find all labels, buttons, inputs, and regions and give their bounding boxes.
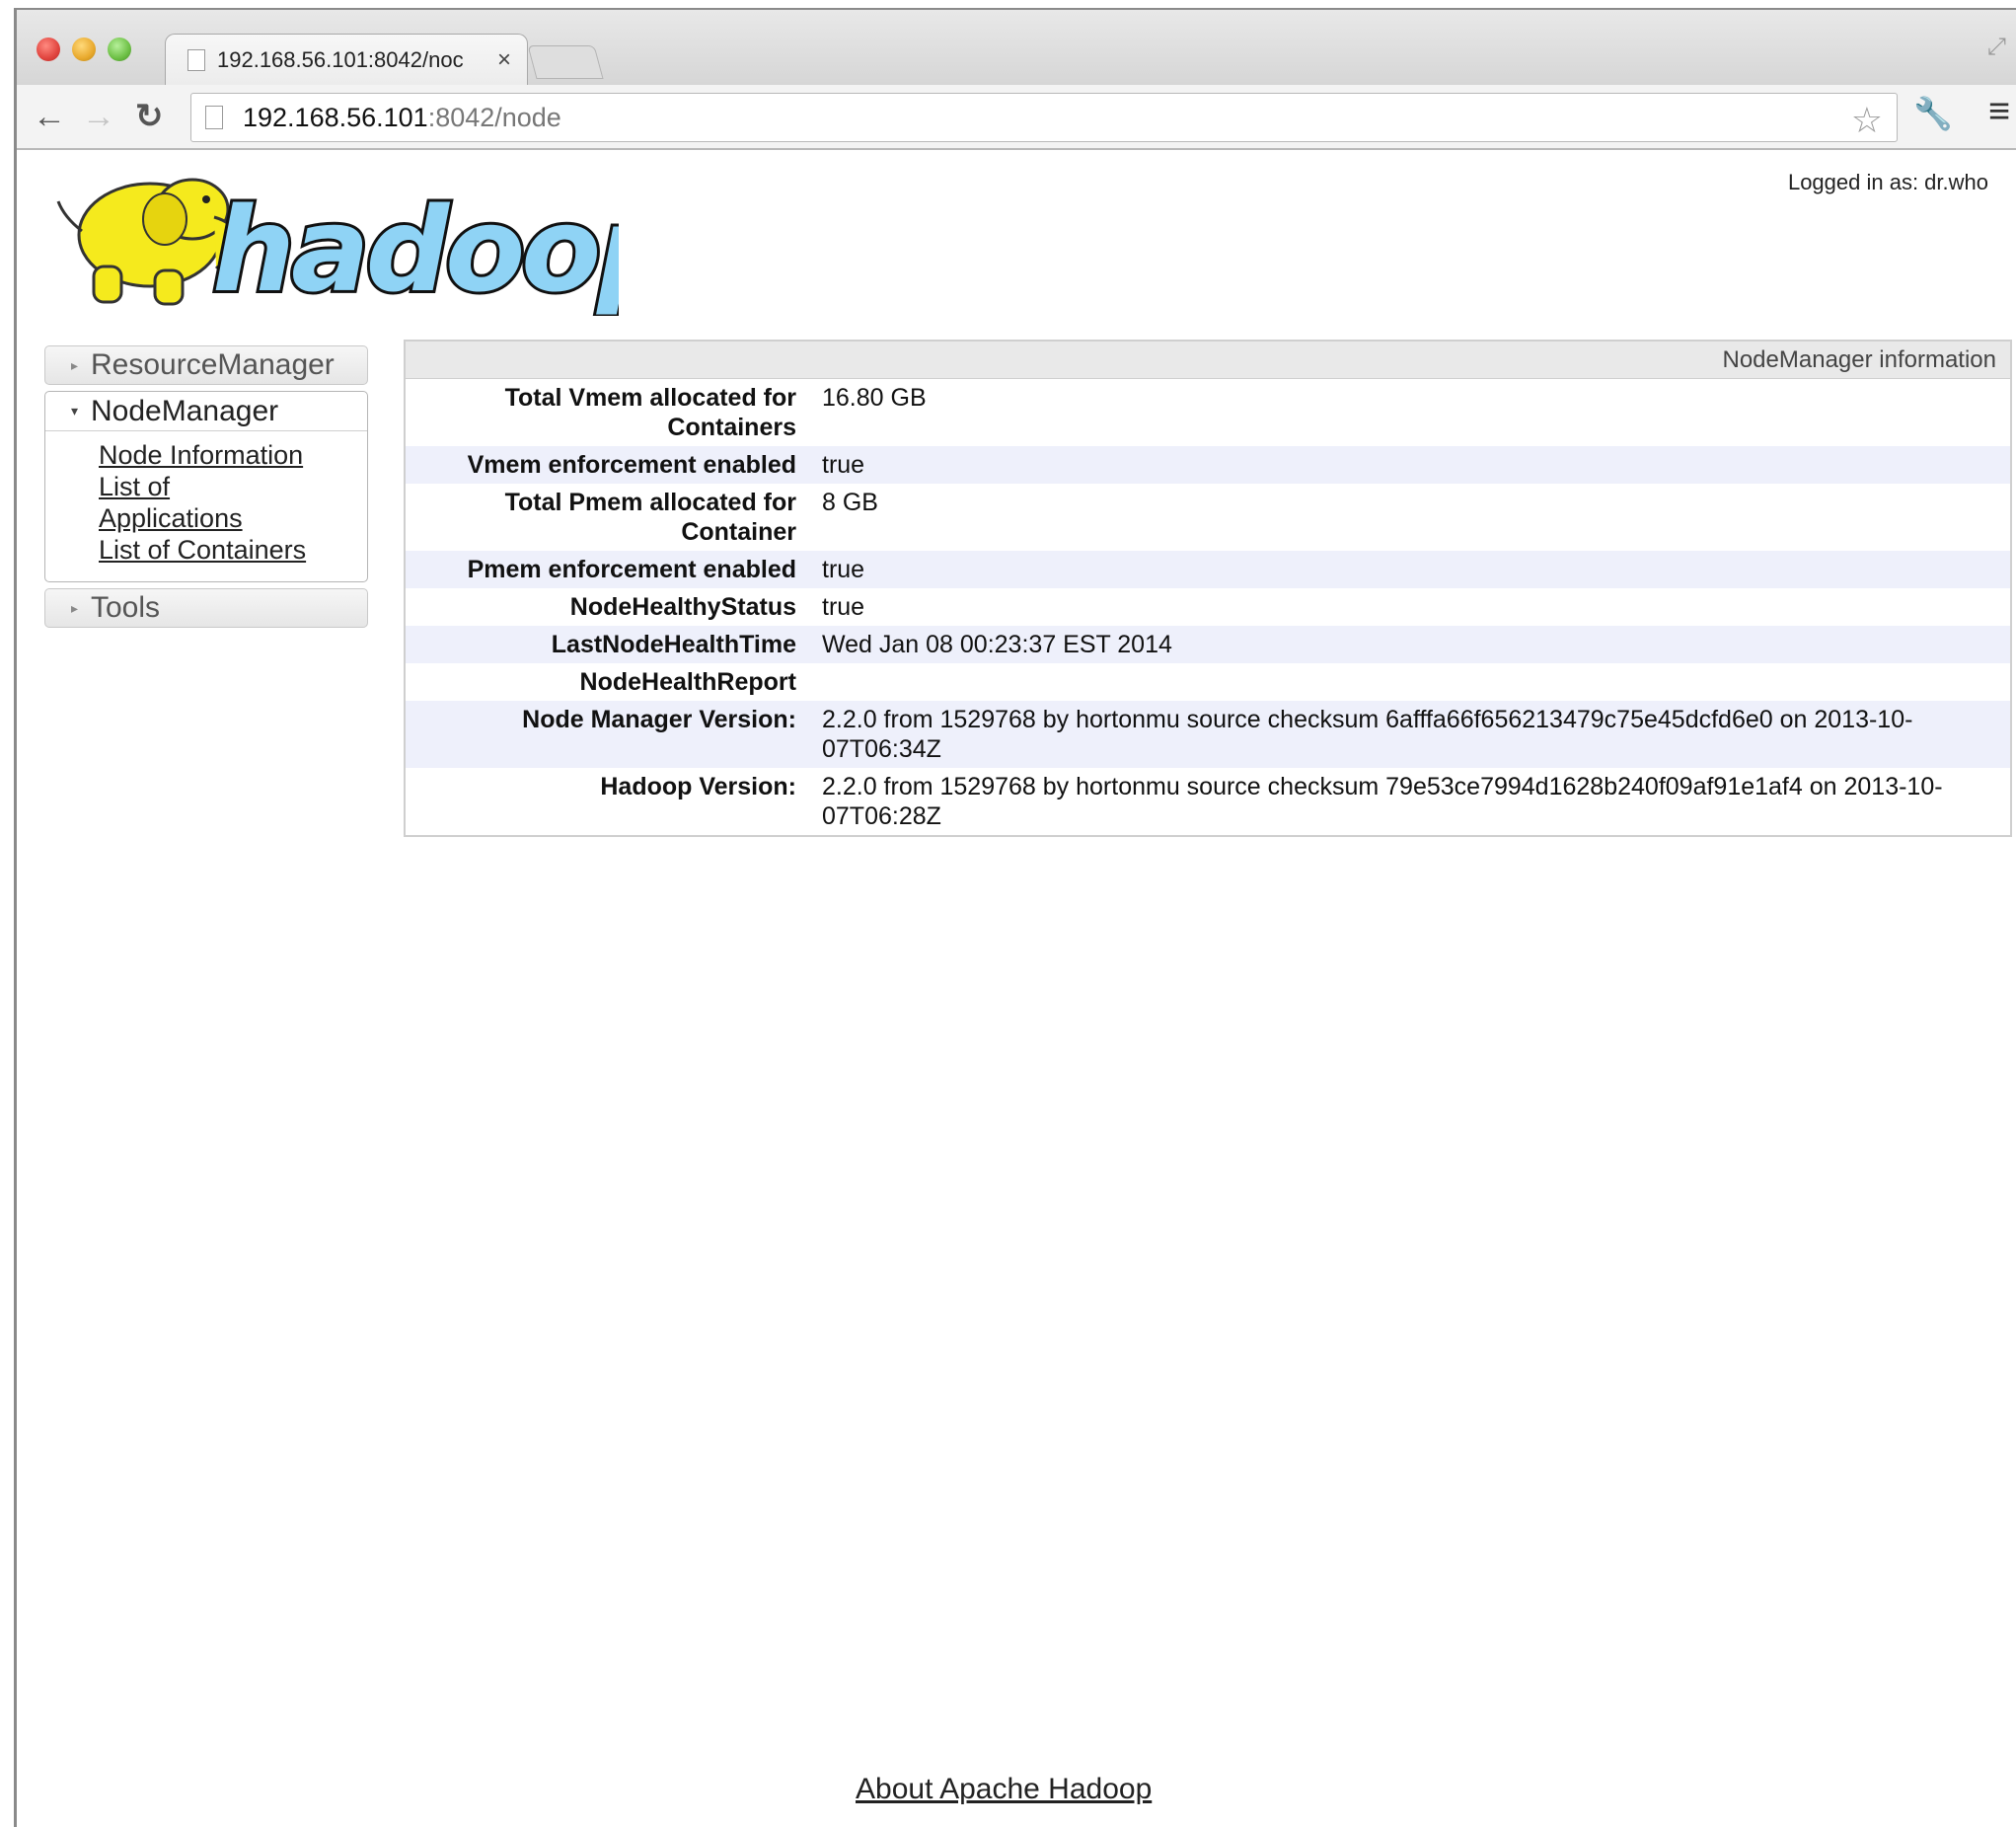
info-value: 8 GB bbox=[822, 489, 878, 516]
info-key: NodeHealthyStatus bbox=[569, 593, 796, 621]
hadoop-logo: hadoop bbox=[56, 178, 619, 316]
chevron-right-icon: ▸ bbox=[71, 599, 79, 616]
table-row: Node Manager Version: 2.2.0 from 1529768… bbox=[406, 701, 2010, 768]
info-value: 2.2.0 from 1529768 by hortonmu source ch… bbox=[822, 706, 1913, 763]
wrench-icon[interactable]: 🔧 bbox=[1913, 95, 1953, 132]
url-host: 192.168.56.101 bbox=[243, 102, 428, 132]
reload-icon[interactable]: ↻ bbox=[135, 97, 164, 136]
info-key: LastNodeHealthTime bbox=[551, 631, 796, 658]
minimize-window-button[interactable] bbox=[72, 38, 96, 61]
chevron-right-icon: ▸ bbox=[71, 356, 79, 373]
page-content: Logged in as: dr.who hadoop ▸ ResourceMa… bbox=[17, 152, 2016, 1827]
table-row: Vmem enforcement enabled true bbox=[406, 446, 2010, 484]
zoom-window-button[interactable] bbox=[108, 38, 131, 61]
node-information-link[interactable]: Node Information bbox=[99, 439, 357, 471]
list-of-containers-link[interactable]: List of Containers bbox=[99, 534, 357, 566]
list-of-applications-link[interactable]: List of Applications bbox=[99, 471, 266, 534]
info-key: Total Vmem allocated for Containers bbox=[504, 384, 796, 441]
page-icon bbox=[187, 48, 205, 71]
info-value: true bbox=[822, 593, 865, 621]
table-row: Total Pmem allocated for Container 8 GB bbox=[406, 484, 2010, 551]
sidebar-section-label: Tools bbox=[91, 591, 161, 624]
sidebar-section-label: NodeManager bbox=[91, 394, 279, 427]
table-row: Total Vmem allocated for Containers 16.8… bbox=[406, 379, 2010, 446]
browser-toolbar: ← → ↻ 192.168.56.101 :8042/node ☆ 🔧 ≡ bbox=[17, 85, 2016, 150]
info-panel-title: NodeManager information bbox=[406, 342, 2010, 379]
sidebar-section-header-nodemanager[interactable]: ▾ NodeManager bbox=[45, 392, 367, 431]
menu-icon[interactable]: ≡ bbox=[1988, 91, 2010, 133]
info-key: Node Manager Version: bbox=[522, 706, 796, 733]
info-key: Total Pmem allocated for Container bbox=[504, 489, 796, 546]
new-tab-button[interactable] bbox=[527, 45, 604, 79]
table-row: Pmem enforcement enabled true bbox=[406, 551, 2010, 588]
info-value: true bbox=[822, 556, 865, 583]
info-value: 16.80 GB bbox=[822, 384, 927, 412]
page-icon bbox=[205, 106, 223, 129]
tab-strip: 192.168.56.101:8042/noc × ⤢ bbox=[17, 10, 2016, 85]
info-table: Total Vmem allocated for Containers 16.8… bbox=[406, 379, 2010, 835]
tab-close-icon[interactable]: × bbox=[497, 46, 511, 74]
sidebar-section-label: ResourceManager bbox=[91, 348, 335, 381]
chevron-down-icon: ▾ bbox=[71, 403, 79, 419]
nodemanager-info-panel: NodeManager information Total Vmem alloc… bbox=[404, 340, 2012, 837]
back-arrow-icon[interactable]: ← bbox=[33, 97, 66, 136]
fullscreen-icon[interactable]: ⤢ bbox=[1987, 34, 2006, 61]
address-bar[interactable]: 192.168.56.101 :8042/node ☆ bbox=[190, 93, 1898, 142]
browser-tab[interactable]: 192.168.56.101:8042/noc × bbox=[165, 34, 528, 85]
info-key: NodeHealthReport bbox=[579, 668, 796, 696]
info-key: Pmem enforcement enabled bbox=[467, 556, 796, 583]
bookmark-star-icon[interactable]: ☆ bbox=[1851, 100, 1883, 141]
nodemanager-links: Node Information List of Applications Li… bbox=[45, 431, 367, 581]
logo-text: hadoop bbox=[212, 182, 619, 316]
forward-arrow-icon[interactable]: → bbox=[82, 97, 115, 136]
info-value bbox=[810, 663, 2010, 701]
info-key: Vmem enforcement enabled bbox=[467, 451, 796, 479]
table-row: NodeHealthReport bbox=[406, 663, 2010, 701]
table-row: LastNodeHealthTime Wed Jan 08 00:23:37 E… bbox=[406, 626, 2010, 663]
sidebar-section-nodemanager: ▾ NodeManager Node Information List of A… bbox=[44, 391, 368, 582]
table-row: Hadoop Version: 2.2.0 from 1529768 by ho… bbox=[406, 768, 2010, 835]
info-value: true bbox=[822, 451, 865, 479]
about-apache-hadoop-link[interactable]: About Apache Hadoop bbox=[856, 1773, 1152, 1806]
logged-in-label: Logged in as: dr.who bbox=[1787, 170, 1988, 194]
tab-title: 192.168.56.101:8042/noc bbox=[217, 46, 464, 72]
sidebar-section-tools[interactable]: ▸ Tools bbox=[44, 588, 368, 628]
info-key: Hadoop Version: bbox=[600, 773, 796, 800]
sidebar-section-resourcemanager[interactable]: ▸ ResourceManager bbox=[44, 345, 368, 385]
info-value: Wed Jan 08 00:23:37 EST 2014 bbox=[822, 631, 1172, 658]
table-row: NodeHealthyStatus true bbox=[406, 588, 2010, 626]
close-window-button[interactable] bbox=[37, 38, 60, 61]
url-path: :8042/node bbox=[427, 102, 561, 132]
browser-window: 192.168.56.101:8042/noc × ⤢ ← → ↻ 192.16… bbox=[14, 8, 2016, 1827]
sidebar: ▸ ResourceManager ▾ NodeManager Node Inf… bbox=[44, 345, 368, 634]
info-value: 2.2.0 from 1529768 by hortonmu source ch… bbox=[822, 773, 1943, 830]
